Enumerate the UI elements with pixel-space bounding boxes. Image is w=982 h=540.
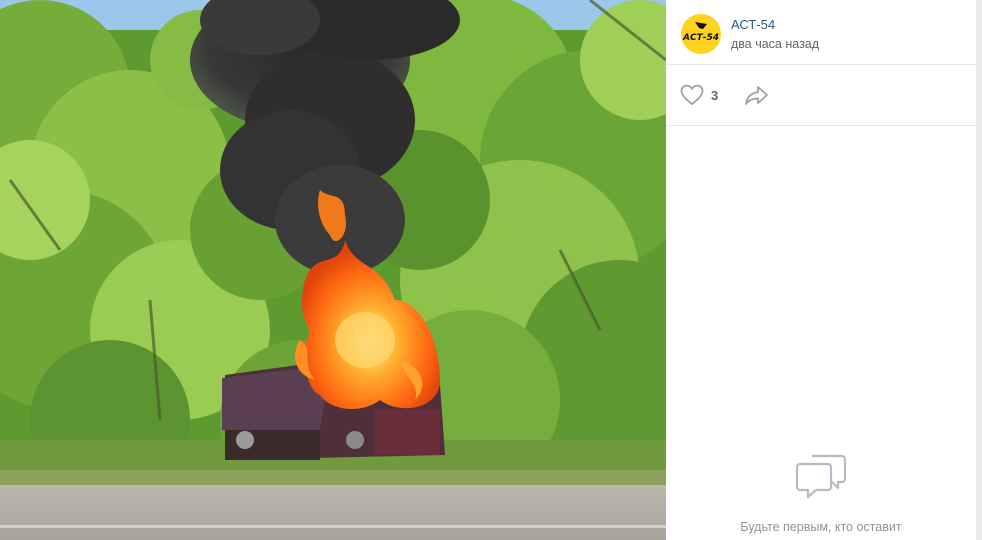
- post-sidebar: АСТ-54 АСТ-54 два часа назад 3 Будьте пе…: [666, 0, 976, 540]
- share-arrow-icon: [745, 86, 768, 105]
- author-avatar[interactable]: АСТ-54: [681, 14, 721, 54]
- burning-car-image: [0, 0, 666, 540]
- author-name[interactable]: АСТ-54: [731, 17, 775, 32]
- speech-bubble-icon: [795, 454, 847, 499]
- empty-comments-text: Будьте первым, кто оставит: [740, 520, 902, 534]
- viewer-edge: [976, 0, 982, 540]
- ast-54-logo: АСТ-54: [681, 14, 721, 54]
- photo-viewer: АСТ-54 АСТ-54 два часа назад 3 Будьте пе…: [0, 0, 982, 540]
- empty-comments: Будьте первым, кто оставит: [666, 450, 976, 534]
- like-count: 3: [711, 87, 719, 103]
- post-photo[interactable]: [0, 0, 666, 540]
- post-actions: 3: [666, 65, 976, 126]
- post-time[interactable]: два часа назад: [731, 37, 819, 51]
- post-header: АСТ-54 АСТ-54 два часа назад: [666, 0, 976, 65]
- share-button[interactable]: [744, 83, 770, 107]
- svg-text:АСТ-54: АСТ-54: [682, 33, 719, 43]
- heart-icon: [680, 84, 704, 106]
- like-button[interactable]: 3: [680, 83, 718, 107]
